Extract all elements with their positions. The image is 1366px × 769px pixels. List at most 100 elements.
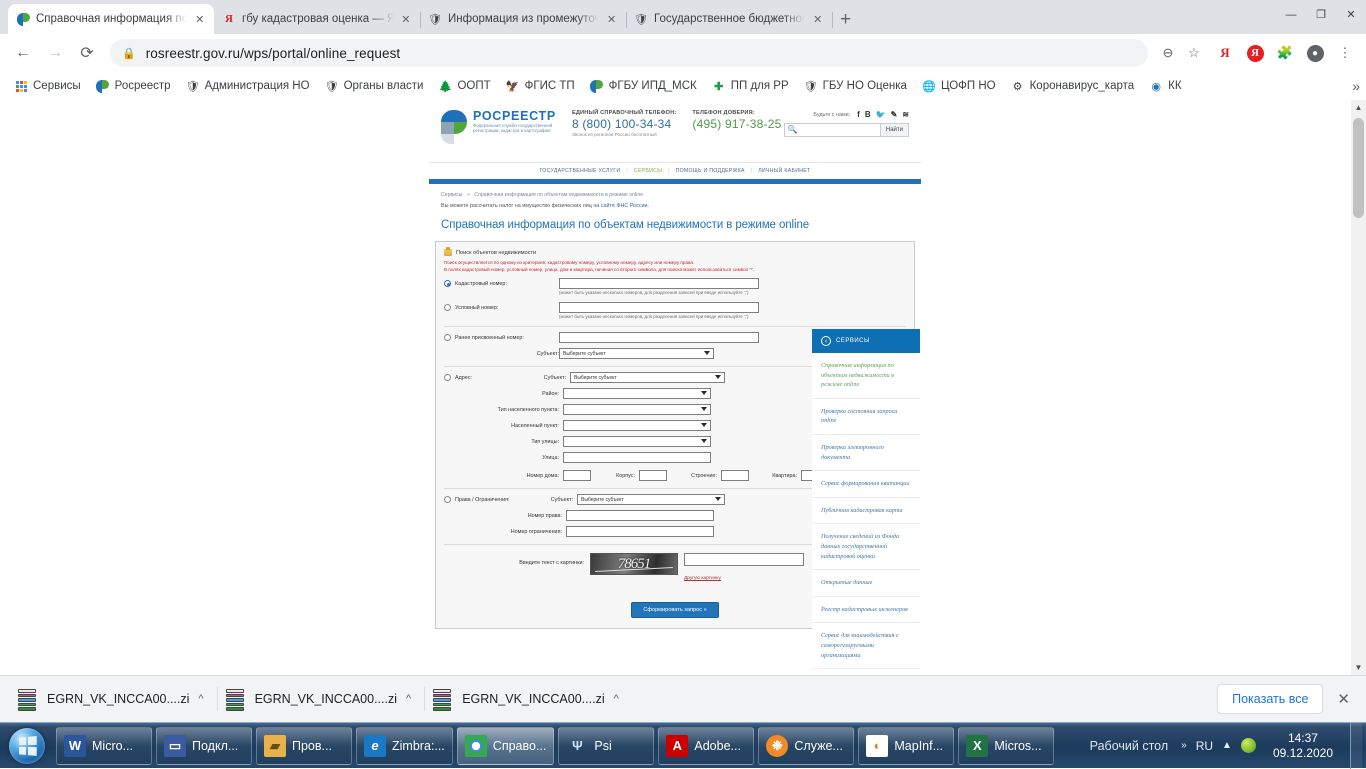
download-item-3[interactable]: EGRN_VK_INCCA00....zi ^ (425, 676, 633, 723)
address-street-input[interactable] (563, 452, 711, 463)
show-all-downloads-button[interactable]: Показать все (1217, 684, 1324, 714)
sidebar-item-proverka-elektronnogo-dokumenta[interactable]: Проверка электронного документа (812, 435, 920, 472)
bookmark-administraciya-no[interactable]: 🛡 Администрация НО (180, 76, 316, 96)
bookmarks-overflow-button[interactable]: » (1352, 78, 1360, 94)
twitter-icon[interactable]: 🐦 (876, 110, 886, 119)
address-radio[interactable] (444, 374, 451, 381)
download-item-2[interactable]: EGRN_VK_INCCA00....zi ^ (218, 676, 426, 723)
bookmark-rosreestr[interactable]: Росреестр (90, 76, 177, 96)
maximize-button[interactable]: ❐ (1306, 0, 1336, 30)
telegram-icon[interactable]: ✎ (891, 110, 898, 119)
scroll-up-arrow[interactable]: ▲ (1351, 100, 1366, 115)
sidebar-item-fond-dannyh-ocenki[interactable]: Получение сведений из Фонда данных госуд… (812, 524, 920, 571)
previous-input[interactable] (559, 332, 759, 343)
reload-button[interactable]: ⟳ (72, 38, 102, 68)
chevron-up-icon[interactable]: ^ (406, 693, 411, 705)
taskbar-clock[interactable]: 14:37 09.12.2020 (1265, 731, 1341, 761)
site-logo[interactable]: РОСРЕЕСТР Федеральная служба государстве… (441, 110, 556, 144)
building-input[interactable] (639, 470, 667, 481)
sidebar-item-proverka-sostoyaniya-zaprosa[interactable]: Проверка состояния запроса online (812, 399, 920, 435)
rights-subject-select[interactable]: Выберите субъект (577, 494, 725, 505)
browser-tab-3[interactable]: 🛡 Информация из промежуточнь ✕ (420, 4, 627, 34)
zoom-out-icon[interactable]: ⊖ (1156, 41, 1180, 65)
breadcrumb-root[interactable]: Сервисы (441, 192, 463, 198)
bookmark-fgbu-ipd-msk[interactable]: ФГБУ ИПД_МСК (584, 76, 703, 96)
yandex-icon[interactable]: Я (1242, 40, 1268, 66)
sidebar-item-servis-formirovaniya-kvitancii[interactable]: Сервис формирования квитанции (812, 471, 920, 498)
bookmark-gbu-no-ocenka[interactable]: 🛡 ГБУ НО Оценка (798, 76, 913, 96)
structure-input[interactable] (721, 470, 749, 481)
page-scrollbar[interactable]: ▲ ▼ (1351, 100, 1366, 675)
previous-subject-select[interactable]: Выберите субъект (559, 348, 714, 359)
close-icon[interactable]: ✕ (400, 13, 412, 26)
taskbar-button-word[interactable]: W Micro... (56, 726, 152, 765)
browser-tab-2[interactable]: Я гбу кадастровая оценка — Яндє ✕ (214, 4, 421, 34)
close-icon[interactable]: ✕ (605, 13, 618, 26)
chrome-menu-icon[interactable]: ⋮ (1332, 40, 1358, 66)
taskbar-button-zimbra[interactable]: e Zimbra:... (356, 726, 453, 765)
minimize-button[interactable]: — (1276, 0, 1306, 30)
chevron-up-icon[interactable]: ^ (614, 693, 619, 705)
bookmark-servisy[interactable]: Сервисы (8, 76, 87, 96)
nav-pomosch[interactable]: ПОМОЩЬ И ПОДДЕРЖКА (676, 168, 745, 174)
address-street-type-select[interactable] (563, 436, 711, 447)
previous-radio[interactable] (444, 334, 451, 341)
address-district-select[interactable] (563, 388, 711, 399)
site-search[interactable]: 🔍 Найти (783, 123, 909, 137)
bookmark-kk[interactable]: ◉ КК (1143, 76, 1187, 96)
search-button[interactable]: Найти (879, 124, 908, 136)
scroll-down-arrow[interactable]: ▼ (1351, 660, 1366, 675)
bookmark-organy-vlasti[interactable]: 🛡 Органы власти (319, 76, 430, 96)
facebook-icon[interactable]: f (857, 110, 860, 119)
taskbar-button-adobe[interactable]: A Adobe... (658, 726, 755, 765)
taskbar-button-explorer[interactable]: ▰ Пров... (256, 726, 352, 765)
bookmark-oopt[interactable]: 🌲 ООПТ (432, 76, 496, 96)
conditional-input[interactable] (559, 302, 759, 313)
bookmark-star-icon[interactable]: ☆ (1182, 41, 1206, 65)
start-button[interactable] (0, 724, 54, 768)
bookmark-koronavirus-karta[interactable]: ⚙ Коронавирус_карта (1005, 76, 1141, 96)
address-settlement-type-select[interactable] (563, 404, 711, 415)
tray-overflow-icon[interactable]: » (1181, 740, 1187, 751)
submit-button[interactable]: Сформировать запрос » (631, 602, 719, 618)
download-item-1[interactable]: EGRN_VK_INCCA00....zi ^ (10, 676, 218, 723)
browser-tab-1[interactable]: Справочная информация по об ✕ (8, 4, 214, 34)
bookmark-pp-dlya-rr[interactable]: ✚ ПП для РР (706, 76, 795, 96)
sidebar-item-publichnaya-kadastrovaya-karta[interactable]: Публичная кадастровая карта (812, 498, 920, 525)
taskbar-button-mapinfo[interactable]: ◐ MapInf... (858, 726, 955, 765)
browser-tab-4[interactable]: 🛡 Государственное бюджетное уч ✕ (626, 4, 833, 34)
cadastral-radio[interactable] (444, 280, 451, 287)
language-indicator[interactable]: RU (1196, 739, 1213, 753)
close-icon[interactable]: ✕ (193, 13, 206, 26)
house-number-input[interactable] (563, 470, 591, 481)
yandex-translate-icon[interactable]: Я (1212, 40, 1238, 66)
captcha-refresh-link[interactable]: Другую картинку (684, 576, 721, 581)
chevron-left-circle-icon[interactable]: ‹ (821, 336, 831, 346)
extensions-puzzle-icon[interactable]: 🧩 (1272, 40, 1298, 66)
scrollbar-thumb[interactable] (1353, 118, 1364, 218)
search-input[interactable] (799, 124, 880, 136)
close-icon[interactable]: ✕ (1337, 690, 1350, 708)
vk-icon[interactable]: B (865, 110, 871, 119)
sidebar-item-otkrytye-dannye[interactable]: Открытые данные (812, 570, 920, 597)
bookmark-fgis-tp[interactable]: 🦅 ФГИС ТП (500, 76, 581, 96)
tray-expand-icon[interactable]: ▲ (1222, 740, 1232, 751)
tax-note-link[interactable]: на сайте ФНС России (593, 203, 647, 209)
taskbar-button-sluzhebnoe[interactable]: ❉ Служе... (758, 726, 855, 765)
close-icon[interactable]: ✕ (811, 13, 824, 26)
taskbar-button-remote-desktop[interactable]: ▭ Подкл... (156, 726, 252, 765)
bookmark-cofp-no[interactable]: 🌐 ЦОФП НО (916, 76, 1002, 96)
chevron-up-icon[interactable]: ^ (198, 693, 203, 705)
forward-button[interactable]: → (40, 38, 70, 68)
address-bar[interactable]: 🔒 rosreestr.gov.ru/wps/portal/online_req… (110, 39, 1148, 67)
icq-flower-icon[interactable] (1240, 738, 1256, 753)
new-tab-button[interactable]: + (840, 9, 851, 31)
sidebar-item-vzaimodeystvie-s-sro[interactable]: Сервис для взаимодействия с саморегулиру… (812, 623, 920, 670)
restriction-number-input[interactable] (566, 526, 714, 537)
sidebar-item-spravochnaya-informaciya[interactable]: Справочная информация по объектам недвиж… (812, 353, 920, 399)
taskbar-button-psi[interactable]: Ψ Psi (558, 726, 655, 765)
captcha-input[interactable] (684, 553, 804, 566)
desktop-label[interactable]: Рабочий стол (1090, 739, 1172, 753)
nav-gosuslugi[interactable]: ГОСУДАРСТВЕННЫЕ УСЛУГИ (539, 168, 620, 174)
back-button[interactable]: ← (8, 38, 38, 68)
